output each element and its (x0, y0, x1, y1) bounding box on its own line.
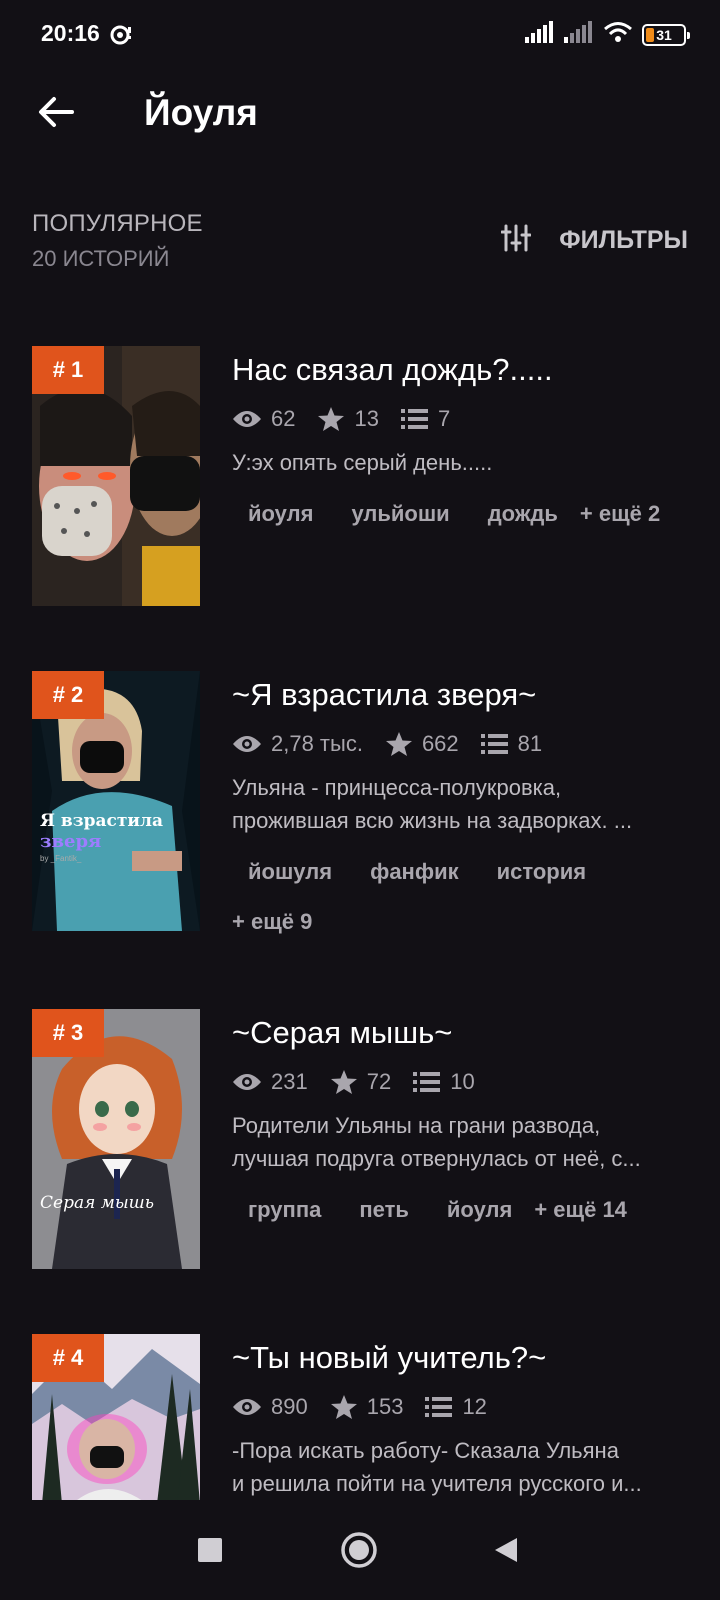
story-description: -Пора искать работу- Сказала Ульяна и ре… (232, 1438, 642, 1496)
eye-icon (233, 736, 261, 752)
story-title[interactable]: ~Ты новый учитель?~ (232, 1340, 692, 1376)
views-count: 2,78 тыс. (271, 731, 363, 756)
story-info: ~Я взрастила зверя~ 2,78 тыс. 662 81 Уль… (232, 671, 692, 945)
star-icon (318, 407, 345, 431)
status-bar: 20:16 31 (0, 0, 720, 70)
stars-count: 662 (421, 731, 459, 756)
recents-button[interactable] (188, 1528, 232, 1572)
rank-badge: # 2 (32, 671, 104, 719)
parts-count: 81 (517, 731, 543, 756)
system-back-button[interactable] (484, 1528, 528, 1572)
parts-count: 10 (450, 1069, 475, 1094)
parts-count: 7 (437, 406, 451, 431)
story-info: ~Ты новый учитель?~ 890 153 12 -Пора иск… (232, 1334, 692, 1500)
star-icon (385, 732, 412, 756)
story-info: ~Серая мышь~ 231 72 10 Родители Ульяны н… (232, 1009, 692, 1233)
story-tags: йоуля ульйоши дождь + ещё 2 (232, 491, 692, 537)
more-tags[interactable]: + ещё 9 (232, 899, 692, 945)
cover-title: Серая мышь (40, 1193, 155, 1213)
rank-badge: # 3 (32, 1009, 104, 1057)
eye-icon (233, 1399, 261, 1415)
tag[interactable]: петь (343, 1187, 425, 1233)
story-stats: 890 153 12 (232, 1392, 692, 1422)
more-tags[interactable]: + ещё 14 (534, 1187, 627, 1233)
notification-icon (109, 22, 135, 48)
story-title[interactable]: Нас связал дождь?..... (232, 352, 692, 388)
eye-icon (233, 1074, 261, 1090)
cover-title: Я взрастила (40, 811, 163, 831)
story-tags: йошуля фанфик история + ещё 9 (232, 849, 692, 945)
story-cover[interactable]: # 4 (32, 1334, 200, 1504)
story-cover[interactable]: Я взрастила зверя by _Fantik_ # 2 (32, 671, 200, 931)
views-count: 231 (271, 1069, 308, 1094)
battery-icon: 31 (642, 23, 690, 46)
list-icon (425, 1397, 453, 1417)
star-icon (330, 1395, 357, 1419)
rank-badge: # 4 (32, 1334, 104, 1382)
square-icon (198, 1538, 222, 1562)
story-title[interactable]: ~Я взрастила зверя~ (232, 677, 692, 713)
parts-count: 12 (462, 1394, 487, 1419)
more-tags[interactable]: + ещё 2 (580, 491, 660, 537)
status-time: 20:16 (41, 20, 100, 46)
back-button[interactable] (34, 90, 78, 134)
tag[interactable]: история (481, 849, 602, 895)
cover-subtitle: зверя (40, 831, 102, 852)
tag[interactable]: йошуля (232, 849, 348, 895)
story-stats: 231 72 10 (232, 1067, 692, 1097)
app-screen: 20:16 31 Йоуля ПОПУЛЯРНОЕ 20 ИСТОРИЙ ФИЛ… (0, 0, 720, 1600)
stars-count: 153 (366, 1394, 404, 1419)
section-header: ПОПУЛЯРНОЕ 20 ИСТОРИЙ ФИЛЬТРЫ (32, 208, 688, 278)
filters-label: ФИЛЬТРЫ (559, 226, 688, 254)
story-title[interactable]: ~Серая мышь~ (232, 1015, 692, 1051)
stars-count: 72 (366, 1069, 392, 1094)
sliders-icon (500, 224, 532, 257)
views-count: 890 (271, 1394, 308, 1419)
tag[interactable]: ульйоши (335, 491, 465, 537)
status-icons: 31 (525, 21, 690, 48)
filters-button[interactable]: ФИЛЬТРЫ (500, 224, 688, 257)
battery-level: 31 (656, 26, 672, 43)
app-header: Йоуля (0, 70, 720, 160)
tag[interactable]: группа (232, 1187, 337, 1233)
home-button[interactable] (337, 1528, 381, 1572)
story-cover[interactable]: Серая мышь # 3 (32, 1009, 200, 1269)
star-icon (330, 1070, 357, 1094)
story-description: У:эх опять серый день..... (232, 450, 493, 475)
story-tags: группа петь йоуля + ещё 14 (232, 1187, 692, 1233)
wifi-icon (603, 21, 633, 48)
rank-badge: # 1 (32, 346, 104, 394)
story-description: Родители Ульяны на грани развода, лучшая… (232, 1113, 641, 1171)
story-stats: 2,78 тыс. 662 81 (232, 729, 692, 759)
system-nav-bar (0, 1500, 720, 1600)
tag[interactable]: йоуля (232, 491, 329, 537)
views-count: 62 (271, 406, 296, 431)
circle-home-icon (341, 1532, 377, 1568)
story-description: Ульяна - принцесса-полукровка, прожившая… (232, 775, 633, 833)
triangle-back-icon (495, 1538, 517, 1562)
section-title: ПОПУЛЯРНОЕ (32, 210, 203, 237)
story-info: Нас связал дождь?..... 62 13 7 У:эх опят… (232, 346, 692, 537)
eye-icon (233, 411, 261, 427)
story-cover[interactable]: # 1 (32, 346, 200, 606)
signal-icon-2 (564, 21, 594, 48)
arrow-left-icon (39, 97, 74, 127)
tag[interactable]: фанфик (354, 849, 475, 895)
list-icon (480, 734, 508, 754)
tag[interactable]: йоуля (431, 1187, 528, 1233)
story-stats: 62 13 7 (232, 404, 692, 434)
signal-icon (525, 21, 555, 48)
story-count: 20 ИСТОРИЙ (32, 246, 170, 271)
list-icon (413, 1072, 441, 1092)
page-title: Йоуля (144, 92, 258, 133)
cover-author: by _Fantik_ (40, 854, 82, 863)
stars-count: 13 (354, 406, 379, 431)
tag[interactable]: дождь (472, 491, 574, 537)
list-icon (400, 409, 428, 429)
